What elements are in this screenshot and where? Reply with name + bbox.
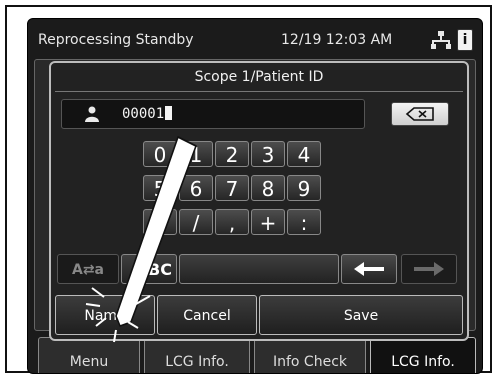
key-comma[interactable]: , xyxy=(215,209,249,235)
key-7[interactable]: 7 xyxy=(215,175,249,201)
save-button[interactable]: Save xyxy=(259,295,463,335)
backspace-button[interactable] xyxy=(391,102,449,126)
field-value: 00001 xyxy=(122,106,165,122)
right-arrow-icon xyxy=(414,262,444,276)
key-6[interactable]: 6 xyxy=(179,175,213,201)
key-8[interactable]: 8 xyxy=(251,175,285,201)
key-9[interactable]: 9 xyxy=(287,175,321,201)
key-4[interactable]: 4 xyxy=(287,141,321,167)
status-datetime: 12/19 12:03 AM xyxy=(281,32,393,48)
key-5[interactable]: 5 xyxy=(143,175,177,201)
name-button[interactable]: Name xyxy=(55,295,155,335)
cancel-button[interactable]: Cancel xyxy=(157,295,257,335)
background-tab-menu: Menu xyxy=(38,337,140,373)
status-bar: Reprocessing Standby 12/19 12:03 AM i xyxy=(36,27,474,53)
key-slash[interactable]: / xyxy=(179,209,213,235)
dialog-title: Scope 1/Patient ID xyxy=(194,69,324,85)
case-toggle-button[interactable]: A⇄a xyxy=(57,254,119,284)
key-3[interactable]: 3 xyxy=(251,141,285,167)
background-tab-info-check: Info Check xyxy=(254,337,366,373)
key-0[interactable]: 0 xyxy=(143,141,177,167)
network-icon xyxy=(431,31,451,49)
patient-id-field[interactable]: 00001 xyxy=(61,99,365,129)
left-arrow-icon xyxy=(354,262,384,276)
patient-id-dialog: Scope 1/Patient ID 00001 0 1 2 3 4 5 6 7… xyxy=(49,61,469,341)
status-title: Reprocessing Standby xyxy=(38,32,194,48)
space-button[interactable] xyxy=(179,254,339,284)
abc-button[interactable]: ABC xyxy=(121,254,177,284)
key-2[interactable]: 2 xyxy=(215,141,249,167)
field-value-wrapper: 00001 xyxy=(122,100,173,128)
key-1[interactable]: 1 xyxy=(179,141,213,167)
background-tab-lcg-info: LCG Info. xyxy=(144,337,250,373)
backspace-icon xyxy=(405,107,434,121)
key-plus[interactable]: + xyxy=(251,209,285,235)
cursor-right-button[interactable] xyxy=(401,254,457,284)
key-hyphen[interactable]: - xyxy=(143,209,177,235)
background-tab-lcg-info-active: LCG Info. xyxy=(370,337,476,373)
cursor-left-button[interactable] xyxy=(341,254,397,284)
info-icon[interactable]: i xyxy=(457,29,473,51)
title-divider xyxy=(55,91,463,92)
text-cursor xyxy=(165,106,173,120)
key-colon[interactable]: : xyxy=(287,209,321,235)
person-icon xyxy=(85,106,99,122)
device-screen: Menu LCG Info. Info Check LCG Info. Repr… xyxy=(27,18,483,374)
